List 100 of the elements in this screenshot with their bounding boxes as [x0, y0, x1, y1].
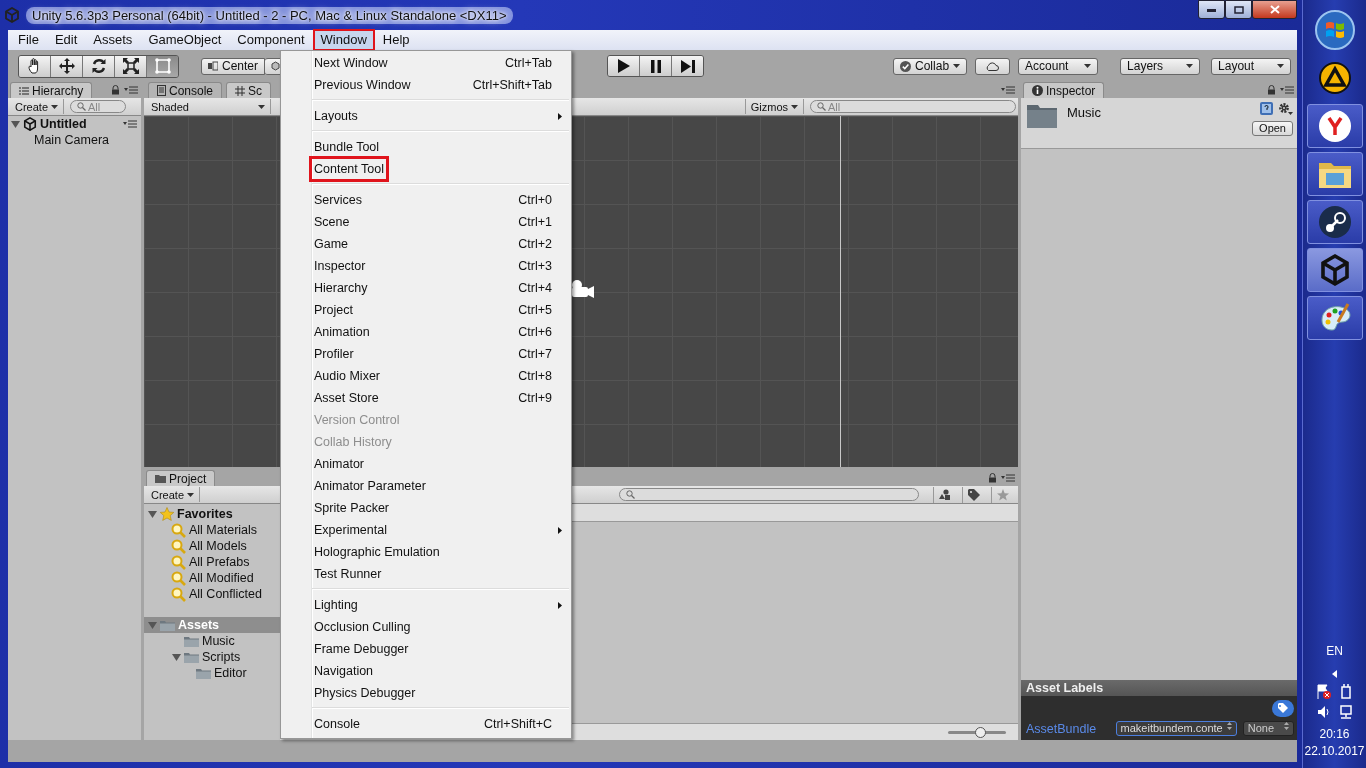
- hierarchy-item[interactable]: Main Camera: [8, 132, 141, 148]
- folder-item[interactable]: Scripts: [202, 650, 241, 664]
- menu-item[interactable]: Animator: [281, 453, 571, 475]
- menu-item[interactable]: Help: [374, 29, 418, 51]
- network-icon[interactable]: [1338, 705, 1353, 720]
- menu-item[interactable]: Hierarchy Ctrl+4: [281, 277, 571, 299]
- menu-item[interactable]: Asset Store Ctrl+9: [281, 387, 571, 409]
- speaker-icon[interactable]: [1316, 705, 1331, 719]
- menu-item[interactable]: Assets: [85, 29, 141, 51]
- menu-item[interactable]: Bundle Tool: [281, 136, 571, 158]
- layers-dropdown[interactable]: Layers: [1120, 57, 1201, 75]
- menu-item[interactable]: Experimental: [281, 519, 571, 541]
- shading-dropdown[interactable]: Shaded: [146, 99, 271, 114]
- tool-button[interactable]: [83, 55, 115, 77]
- menu-item[interactable]: Sprite Packer: [281, 497, 571, 519]
- layout-dropdown[interactable]: Layout: [1211, 57, 1292, 75]
- create-dropdown[interactable]: Create: [10, 99, 65, 114]
- menu-item[interactable]: GameObject: [140, 29, 230, 51]
- account-dropdown[interactable]: Account: [1018, 57, 1099, 75]
- panel-menu-icon[interactable]: [124, 86, 138, 94]
- menu-item[interactable]: Content Tool: [281, 158, 571, 180]
- menu-item[interactable]: Edit: [46, 29, 86, 51]
- menu-item[interactable]: Profiler Ctrl+7: [281, 343, 571, 365]
- menu-item[interactable]: Inspector Ctrl+3: [281, 255, 571, 277]
- panel-menu-icon[interactable]: [1280, 86, 1294, 94]
- menu-item[interactable]: Scene Ctrl+1: [281, 211, 571, 233]
- collab-button[interactable]: Collab: [893, 57, 968, 75]
- expand-icon[interactable]: [172, 652, 181, 662]
- help-icon[interactable]: [1260, 102, 1273, 115]
- menu-item[interactable]: Frame Debugger: [281, 638, 571, 660]
- chevron-icon[interactable]: [1332, 670, 1337, 678]
- transform-tool-group[interactable]: [18, 54, 179, 78]
- favorites-label[interactable]: Favorites: [177, 507, 233, 521]
- pause-button[interactable]: [640, 56, 673, 76]
- search-field[interactable]: [619, 488, 919, 501]
- menu-item[interactable]: Test Runner: [281, 563, 571, 585]
- menu-item[interactable]: Audio Mixer Ctrl+8: [281, 365, 571, 387]
- menu-item[interactable]: Services Ctrl+0: [281, 189, 571, 211]
- folder-icon: [1027, 102, 1057, 128]
- language-indicator[interactable]: EN: [1326, 644, 1343, 658]
- menu-item[interactable]: Occlusion Culling: [281, 616, 571, 638]
- panel-menu-icon[interactable]: [1001, 474, 1015, 482]
- menu-item[interactable]: Animator Parameter: [281, 475, 571, 497]
- taskbar-app[interactable]: [1306, 296, 1363, 340]
- tool-button[interactable]: [51, 55, 83, 77]
- favorite-item[interactable]: All Modified: [189, 571, 254, 585]
- hierarchy-tab[interactable]: Hierarchy: [10, 82, 93, 98]
- scene-tab[interactable]: Sc: [226, 82, 272, 98]
- folder-item[interactable]: Editor: [214, 666, 247, 680]
- menu-item[interactable]: Project Ctrl+5: [281, 299, 571, 321]
- clock[interactable]: 20:16 22.10.2017: [1304, 726, 1365, 760]
- console-tab[interactable]: Console: [148, 82, 223, 98]
- favorite-item[interactable]: All Conflicted: [189, 587, 262, 601]
- playback-controls[interactable]: [607, 55, 705, 77]
- menu-item[interactable]: Console Ctrl+Shift+C: [281, 713, 571, 735]
- play-button[interactable]: [608, 56, 641, 76]
- step-button[interactable]: [672, 56, 704, 76]
- favorite-item[interactable]: All Materials: [189, 523, 258, 537]
- settings-icon[interactable]: [1278, 102, 1293, 115]
- power-icon[interactable]: [1339, 684, 1353, 699]
- menu-item[interactable]: Next Window Ctrl+Tab: [281, 52, 571, 74]
- favorite-item[interactable]: All Prefabs: [189, 555, 250, 569]
- tool-button[interactable]: [147, 55, 178, 77]
- menu-item[interactable]: Physics Debugger: [281, 682, 571, 704]
- scene-name[interactable]: Untitled: [40, 117, 87, 131]
- panel-menu-icon[interactable]: [123, 120, 137, 128]
- tool-button[interactable]: [115, 55, 147, 77]
- flag-icon[interactable]: [1316, 684, 1331, 699]
- tag-icon[interactable]: [1272, 700, 1294, 717]
- gizmos-dropdown[interactable]: Gizmos: [744, 99, 804, 114]
- variant-dropdown[interactable]: None: [1242, 721, 1294, 736]
- menu-item[interactable]: Animation Ctrl+6: [281, 321, 571, 343]
- open-button[interactable]: Open: [1252, 121, 1293, 136]
- camera-icon: [569, 279, 596, 301]
- menu-item[interactable]: File: [10, 29, 47, 51]
- menu-item[interactable]: Lighting: [281, 594, 571, 616]
- menu-item[interactable]: Holographic Emulation: [281, 541, 571, 563]
- menu-item[interactable]: Navigation: [281, 660, 571, 682]
- inspector-tab[interactable]: Inspector: [1023, 82, 1105, 98]
- menu-item[interactable]: Previous Window Ctrl+Shift+Tab: [281, 74, 571, 96]
- minimize-button[interactable]: [1198, 0, 1225, 19]
- menu-item[interactable]: Component: [229, 29, 313, 51]
- menu-item[interactable]: Window: [312, 29, 375, 51]
- menu-item[interactable]: Layouts: [281, 105, 571, 127]
- folder-item[interactable]: Music: [202, 634, 235, 648]
- menu-item[interactable]: Game Ctrl+2: [281, 233, 571, 255]
- pivot-button[interactable]: Center: [201, 57, 266, 75]
- taskbar-app[interactable]: [1306, 200, 1363, 244]
- tool-button[interactable]: [19, 55, 51, 77]
- taskbar-app[interactable]: [1306, 104, 1363, 148]
- bundle-dropdown[interactable]: makeitbundem.conte: [1115, 721, 1237, 736]
- maximize-button[interactable]: [1225, 0, 1252, 19]
- close-button[interactable]: [1252, 0, 1297, 19]
- taskbar-app[interactable]: [1306, 152, 1363, 196]
- expand-icon[interactable]: [148, 509, 157, 519]
- panel-menu-icon[interactable]: [1001, 86, 1015, 94]
- favorite-item[interactable]: All Models: [189, 539, 247, 553]
- cloud-button[interactable]: [975, 57, 1011, 75]
- taskbar-app[interactable]: [1306, 248, 1363, 292]
- project-tab[interactable]: Project: [146, 470, 216, 486]
